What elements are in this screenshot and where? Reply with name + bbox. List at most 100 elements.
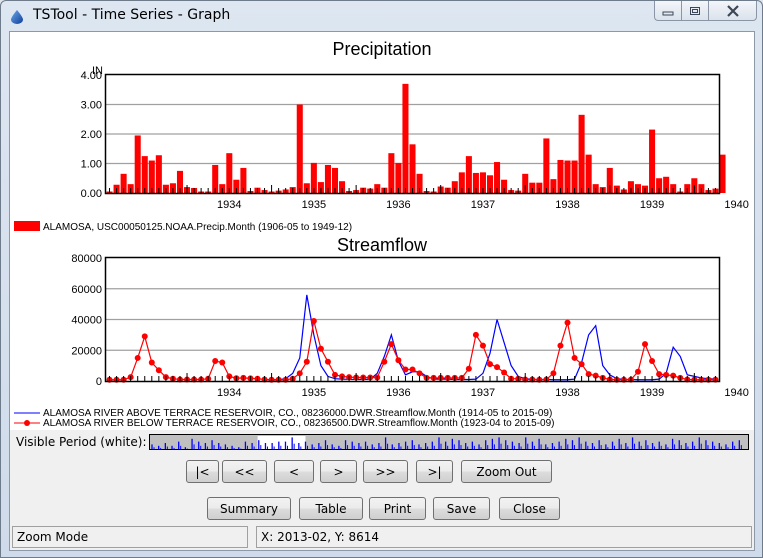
precip-xtick-label: 1936 xyxy=(386,199,410,211)
flow-below-point xyxy=(634,368,641,375)
flow-xtick-label: 1939 xyxy=(640,387,664,399)
precip-ytick-label: 2.00 xyxy=(81,129,102,141)
precip-bar xyxy=(649,129,656,193)
minimize-icon xyxy=(662,11,674,15)
flow-below-point xyxy=(578,361,585,368)
precip-xtick-label: 1935 xyxy=(302,199,326,211)
flow-below-legend-marker xyxy=(24,420,30,426)
flow-below-legend-label: ALAMOSA RIVER BELOW TERRACE RESERVOIR, C… xyxy=(43,418,555,429)
page-back-button[interactable]: << xyxy=(222,460,267,483)
save-button[interactable]: Save xyxy=(433,497,490,520)
flow-below-point xyxy=(479,342,486,349)
precip-bar xyxy=(388,153,395,193)
maximize-button[interactable] xyxy=(682,1,709,21)
flow-below-point xyxy=(409,366,416,373)
precip-bar xyxy=(134,135,141,193)
flow-xtick-label: 1938 xyxy=(555,387,579,399)
flow-xtick-label: 1936 xyxy=(386,387,410,399)
graph-canvas[interactable]: Precipitation 0.00 1.00 2.00 3.00 4.00 1934 1… xyxy=(10,32,754,430)
flow-below-point xyxy=(317,345,324,352)
table-button[interactable]: Table xyxy=(299,497,363,520)
flow-below-point xyxy=(494,364,501,371)
flow-below-point xyxy=(571,354,578,361)
flow-below-point xyxy=(303,358,310,365)
print-button[interactable]: Print xyxy=(369,497,426,520)
flow-xtick-label: 1934 xyxy=(217,387,241,399)
flow-below-point xyxy=(310,318,317,325)
title-bar: TSTool - Time Series - Graph xyxy=(1,1,762,31)
precip-xtick-label: 1939 xyxy=(640,199,664,211)
flow-xtick-label: 1935 xyxy=(302,387,326,399)
precip-bar xyxy=(409,144,416,193)
flow-below-point xyxy=(487,361,494,368)
flow-below-point xyxy=(402,366,409,373)
flow-ytick-label: 40000 xyxy=(71,315,102,327)
precip-xtick-label: 1934 xyxy=(217,199,241,211)
forward-button[interactable]: > xyxy=(320,460,357,483)
precip-xtick-label: 1937 xyxy=(471,199,495,211)
flow-ytick-label: 20000 xyxy=(71,345,102,357)
precip-bar xyxy=(585,154,592,193)
summary-button[interactable]: Summary xyxy=(207,497,291,520)
precip-title: Precipitation xyxy=(332,39,431,59)
flow-below-point xyxy=(134,354,141,361)
close-button[interactable]: Close xyxy=(499,497,560,520)
maximize-icon xyxy=(690,6,700,15)
overview-svg[interactable] xyxy=(150,436,748,450)
close-icon xyxy=(726,4,739,17)
precip-bar xyxy=(543,138,550,193)
precip-bar xyxy=(578,114,585,193)
flow-below-point xyxy=(141,333,148,340)
precip-ytick-label: 1.00 xyxy=(81,159,102,171)
flow-below-point xyxy=(472,331,479,338)
flow-xtick-label: 1940 xyxy=(724,387,748,399)
flow-below-point xyxy=(395,357,402,364)
flow-below-point xyxy=(642,341,649,348)
flow-xtick-label: 1937 xyxy=(471,387,495,399)
precip-bar xyxy=(402,83,409,193)
flow-ytick-label: 0 xyxy=(96,376,102,388)
precip-bar xyxy=(465,156,472,193)
flow-below-point xyxy=(212,358,219,365)
page-forward-button[interactable]: >> xyxy=(363,460,408,483)
precip-bar xyxy=(719,154,726,193)
flow-below-point xyxy=(219,359,226,366)
zoom-out-button[interactable]: Zoom Out xyxy=(461,460,552,483)
graph-svg[interactable]: Precipitation 0.001.002.003.004.00 1934 1… xyxy=(10,32,754,430)
window-title: TSTool - Time Series - Graph xyxy=(33,7,231,23)
last-button[interactable]: >| xyxy=(416,460,453,483)
flow-title: Streamflow xyxy=(337,235,428,255)
precip-bar xyxy=(226,153,233,193)
flow-below-point xyxy=(564,319,571,326)
overview-scrollbar[interactable] xyxy=(149,434,749,450)
flow-below-point xyxy=(388,341,395,348)
minimize-button[interactable] xyxy=(654,1,682,21)
precip-bar xyxy=(296,104,303,193)
flow-below-point xyxy=(416,370,423,377)
flow-below-point xyxy=(324,358,331,365)
status-coordinates: X: 2013-02, Y: 8614 xyxy=(256,526,752,548)
first-button[interactable]: |< xyxy=(186,460,219,483)
flow-below-point xyxy=(550,370,557,377)
precip-legend-swatch xyxy=(14,221,40,231)
flow-below-point xyxy=(649,358,656,365)
graph-window: TSTool - Time Series - Graph Precipitati… xyxy=(0,0,763,558)
water-drop-icon xyxy=(11,10,23,24)
precip-xtick-label: 1940 xyxy=(724,199,748,211)
precip-bar xyxy=(141,156,148,193)
back-button[interactable]: < xyxy=(274,460,314,483)
visible-period-label: Visible Period (white): xyxy=(16,435,147,449)
flow-below-point xyxy=(501,369,508,376)
status-mode: Zoom Mode xyxy=(12,526,248,548)
flow-below-point xyxy=(296,370,303,377)
flow-below-point xyxy=(557,342,564,349)
close-window-button[interactable] xyxy=(709,1,757,21)
precip-xtick-label: 1938 xyxy=(555,199,579,211)
precip-ylabel: IN xyxy=(92,65,103,77)
flow-below-point xyxy=(155,367,162,374)
precip-ytick-label: 3.00 xyxy=(81,100,102,112)
flow-below-point xyxy=(148,359,155,366)
flow-ytick-label: 80000 xyxy=(71,253,102,265)
client-area: Precipitation 0.00 1.00 2.00 3.00 4.00 1934 1… xyxy=(9,31,755,551)
flow-ytick-label: 60000 xyxy=(71,284,102,296)
